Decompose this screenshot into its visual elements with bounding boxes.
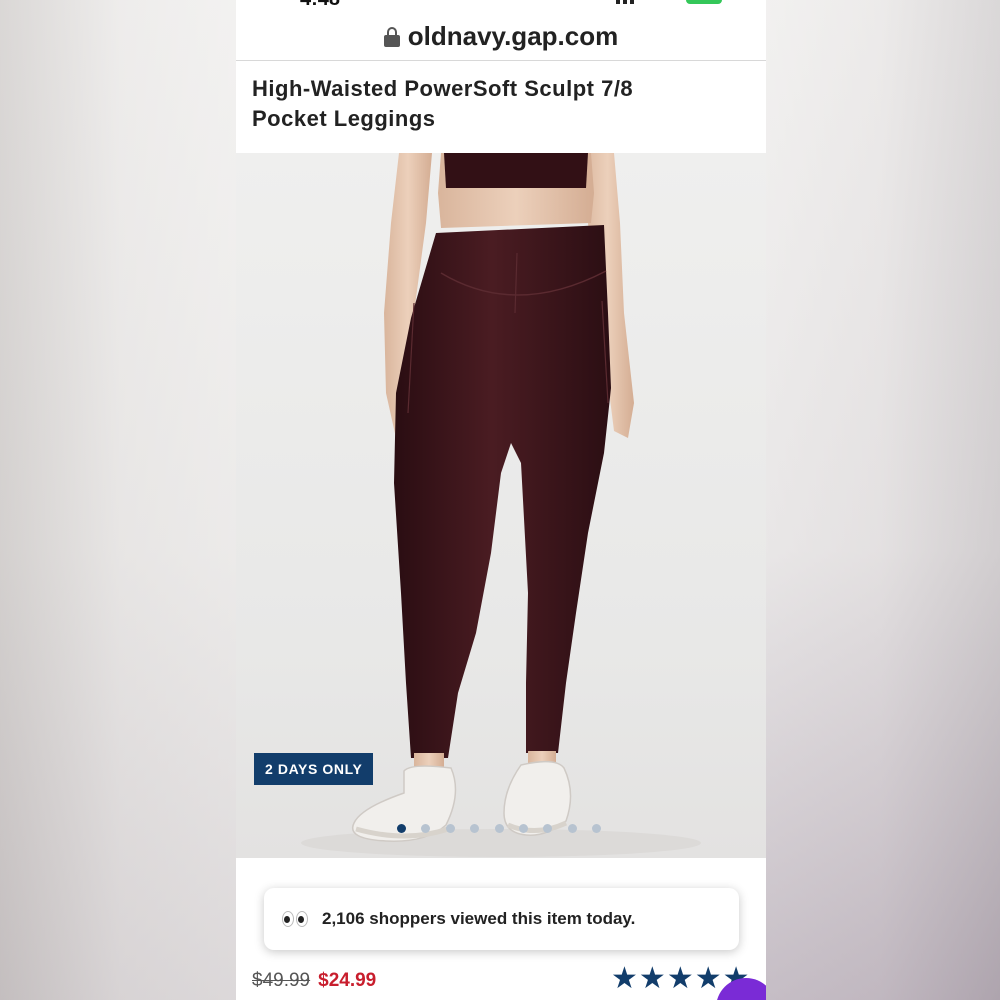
star-icon: ★ [666,962,694,995]
promo-badge: 2 DAYS ONLY [254,753,374,785]
backdrop-right [766,0,1000,1000]
carousel-dot[interactable] [543,824,553,833]
carousel-dot[interactable] [421,824,431,833]
star-icon: ★ [638,962,666,995]
carousel-dot-active[interactable] [397,824,406,833]
carousel-dot[interactable] [445,824,455,833]
carousel-dot[interactable] [567,824,577,833]
original-price: $49.99 [252,970,311,991]
carousel-dot[interactable] [592,824,602,833]
address-bar[interactable]: oldnavy.gap.com [236,14,766,58]
social-proof-text: 2,106 shoppers viewed this item today. [322,909,636,928]
carousel-dot[interactable] [470,824,480,833]
lock-icon [383,27,400,47]
status-bar: 4:48 75 [236,0,766,11]
star-icon: ★ [611,962,638,995]
carousel-dots[interactable] [397,824,602,833]
product-title: High-Waisted PowerSoft Sculpt 7/8 Pocket… [252,76,634,131]
phone-screen: 4:48 75 oldnavy.gap.com High-Waisted Pow… [236,0,766,1000]
url-text: oldnavy.gap.com [407,20,619,51]
status-time: 4:48 [300,0,340,11]
star-icon: ★ [694,962,722,995]
divider [236,60,766,61]
backdrop-left [0,0,236,1000]
eyes-icon [282,911,308,927]
signal-icon [616,0,642,4]
sale-price: $24.99 [318,970,377,991]
carousel-dot[interactable] [518,824,528,833]
product-image[interactable]: 2 DAYS ONLY [236,153,766,858]
battery-icon: 75 [686,0,722,4]
price-row: $49.99 $24.99 [252,970,376,992]
carousel-dot[interactable] [494,824,504,833]
social-proof-card: 2,106 shoppers viewed this item today. [264,888,739,950]
